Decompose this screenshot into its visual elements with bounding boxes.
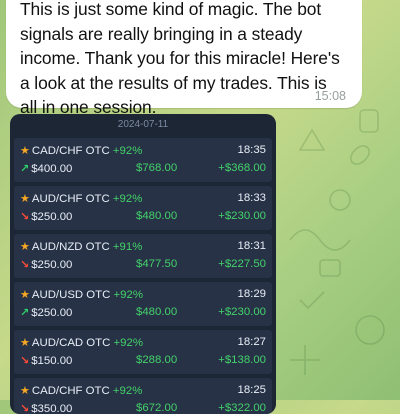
trade-amount: ↗ $400.00 [20,163,73,175]
message-text: This is just some kind of magic. The bot… [20,0,340,117]
trade-results-image[interactable]: 2024-07-11 ★ CAD/CHF OTC +92% 18:35 ↗ $400… [10,114,276,414]
trade-time: 18:27 [237,336,266,348]
star-icon: ★ [20,289,30,301]
trade-time: 18:29 [237,288,266,300]
trade-profit: +$230.00 [218,306,266,318]
trade-pair: ★ AUD/CAD OTC +92% [20,337,143,349]
message-time: 15:08 [314,89,346,103]
trade-amount: ↘ $350.00 [20,403,73,414]
arrow-down-right-icon: ↘ [20,211,30,223]
trade-profit: +$227.50 [218,258,266,270]
trade-profit: +$322.00 [218,402,266,414]
trade-pair: ★ CAD/CHF OTC +92% [20,145,143,157]
arrow-up-right-icon: ↗ [20,307,30,319]
trade-pair: ★ AUD/CHF OTC +92% [20,193,143,205]
trade-pair: ★ AUD/NZD OTC +91% [20,241,143,253]
trade-payout: $480.00 [136,306,178,318]
trade-pair: ★ CAD/CHF OTC +92% [20,385,143,397]
star-icon: ★ [20,241,30,253]
trade-row: ★ AUD/NZD OTC +91% 18:31 ↘ $250.00 $477.50… [14,234,272,278]
trade-profit: +$230.00 [218,210,266,222]
trade-row: ★ CAD/CHF OTC +92% 18:35 ↗ $400.00 $768.00… [14,138,272,182]
trade-pair: ★ AUD/USD OTC +92% [20,289,143,301]
trade-payout: $477.50 [136,258,178,270]
trade-payout: $768.00 [136,162,178,174]
star-icon: ★ [20,193,30,205]
message-bubble: This is just some kind of magic. The bot… [6,0,362,117]
arrow-down-right-icon: ↘ [20,259,30,271]
trade-time: 18:25 [237,384,266,396]
trade-payout: $288.00 [136,354,178,366]
trade-date: 2024-07-11 [117,119,169,130]
arrow-down-right-icon: ↘ [20,403,30,414]
trade-row: ★ AUD/USD OTC +92% 18:29 ↗ $250.00 $480.00… [14,282,272,326]
trade-amount: ↘ $250.00 [20,259,73,271]
star-icon: ★ [20,385,30,397]
trade-amount: ↗ $250.00 [20,307,73,319]
arrow-up-right-icon: ↗ [20,163,30,175]
trade-payout: $480.00 [136,210,178,222]
trade-amount: ↘ $250.00 [20,211,73,223]
arrow-down-right-icon: ↘ [20,355,30,367]
trade-profit: +$138.00 [218,354,266,366]
trade-time: 18:35 [237,144,266,156]
trade-amount: ↘ $150.00 [20,355,73,367]
trade-row: ★ CAD/CHF OTC +92% 18:25 ↘ $350.00 $672.00… [14,378,272,414]
trade-payout: $672.00 [136,402,178,414]
star-icon: ★ [20,337,30,349]
trade-profit: +$368.00 [218,162,266,174]
trade-time: 18:31 [237,240,266,252]
trade-row: ★ AUD/CAD OTC +92% 18:27 ↘ $150.00 $288.00… [14,330,272,374]
trade-time: 18:33 [237,192,266,204]
trade-row: ★ AUD/CHF OTC +92% 18:33 ↘ $250.00 $480.00… [14,186,272,230]
star-icon: ★ [20,145,30,157]
